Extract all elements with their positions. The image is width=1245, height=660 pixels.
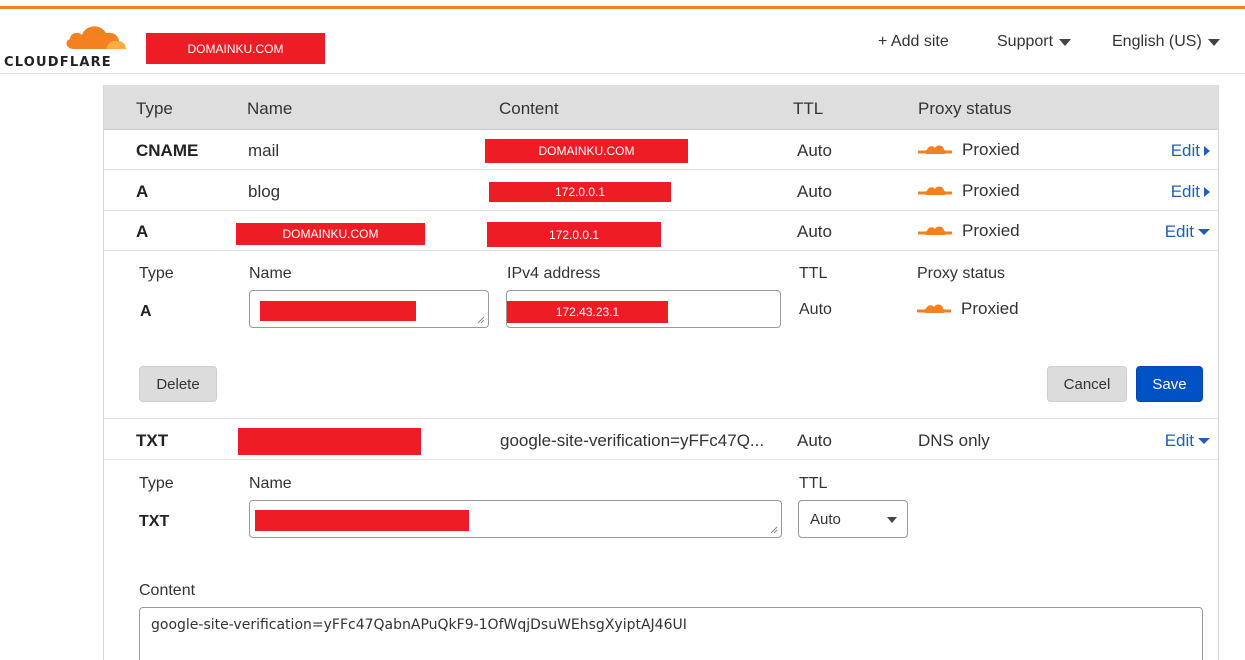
record-ttl: Auto <box>797 222 832 241</box>
record-content: 172.0.0.1 <box>489 182 671 202</box>
top-header: CLOUDFLARE DOMAINKU.COM + Add site Suppo… <box>0 9 1245 74</box>
proxied-cloud-icon <box>917 304 951 313</box>
ttl-select[interactable]: Auto <box>798 500 908 538</box>
cloudflare-logo[interactable]: CLOUDFLARE <box>4 19 126 70</box>
resize-handle-icon[interactable] <box>477 316 485 324</box>
record-type: A <box>136 222 149 241</box>
record-type: CNAME <box>136 141 199 160</box>
chevron-right-icon <box>1204 146 1210 156</box>
record-content: 172.0.0.1 <box>487 222 661 247</box>
proxy-label: Proxied <box>962 181 1020 200</box>
type-value: TXT <box>139 513 170 530</box>
proxy-status: Proxied <box>918 221 1020 241</box>
logo-wordmark: CLOUDFLARE <box>4 55 112 70</box>
edit-label: Edit <box>1164 222 1194 241</box>
add-site-link[interactable]: + Add site <box>878 33 949 51</box>
record-ttl: Auto <box>797 431 832 450</box>
type-value: A <box>140 303 152 320</box>
domain-name[interactable]: DOMAINKU.COM <box>146 33 325 64</box>
edit-link[interactable]: Edit <box>1171 182 1210 202</box>
column-type: Type <box>136 99 173 118</box>
chevron-right-icon <box>1204 187 1210 197</box>
ttl-label: TTL <box>799 265 828 282</box>
left-gutter <box>0 75 103 660</box>
edit-record-form-a: Type A Name IPv4 address 172.43.23.1 TTL… <box>104 251 1218 419</box>
record-ttl: Auto <box>797 141 832 160</box>
delete-button[interactable]: Delete <box>139 366 217 402</box>
edit-label: Edit <box>1170 141 1200 160</box>
column-content: Content <box>499 99 559 118</box>
record-type: A <box>136 182 149 201</box>
proxy-status-label: Proxy status <box>917 265 1006 282</box>
ttl-value: Auto <box>799 301 832 318</box>
name-input[interactable] <box>249 290 489 328</box>
proxied-cloud-icon <box>918 145 952 154</box>
content-label: Content <box>139 582 196 599</box>
name-input-value <box>255 510 469 531</box>
record-name: mail <box>248 141 280 160</box>
proxy-status-toggle[interactable]: Proxied <box>917 299 1019 319</box>
edit-label: Edit <box>1170 182 1200 201</box>
name-input[interactable] <box>249 500 782 538</box>
name-label: Name <box>249 475 292 492</box>
record-type: TXT <box>136 431 169 450</box>
column-proxy-status: Proxy status <box>918 99 1012 118</box>
table-header: Type Name Content TTL Proxy status <box>104 85 1218 130</box>
proxy-status: Proxied <box>918 181 1020 201</box>
record-content: google-site-verification=yFFc47Q... <box>500 431 765 450</box>
type-label: Type <box>139 265 174 282</box>
edit-record-form-txt: Type TXT Name TTL Auto Content google-si… <box>104 461 1218 660</box>
record-name <box>238 428 421 455</box>
support-menu[interactable]: Support <box>997 33 1072 51</box>
ttl-select-value: Auto <box>810 510 841 528</box>
edit-link[interactable]: Edit <box>1165 222 1210 242</box>
content-textarea[interactable]: google-site-verification=yFFc47QabnAPuQk… <box>139 607 1203 660</box>
chevron-down-icon <box>1198 229 1210 235</box>
proxy-label: Proxied <box>961 299 1019 318</box>
edit-link[interactable]: Edit <box>1171 141 1210 161</box>
ipv4-label: IPv4 address <box>507 265 601 282</box>
chevron-down-icon <box>1198 438 1210 444</box>
table-row[interactable]: CNAME mail DOMAINKU.COM Auto Proxied Edi… <box>104 130 1218 170</box>
dns-records-table: Type Name Content TTL Proxy status CNAME… <box>103 85 1219 660</box>
support-label: Support <box>997 33 1054 50</box>
ttl-label: TTL <box>799 475 828 492</box>
resize-handle-icon[interactable] <box>770 526 778 534</box>
record-name: blog <box>248 182 281 201</box>
record-content: DOMAINKU.COM <box>485 139 688 163</box>
proxy-label: Proxied <box>962 140 1020 159</box>
edit-link[interactable]: Edit <box>1165 431 1210 451</box>
language-menu[interactable]: English (US) <box>1112 33 1220 51</box>
proxied-cloud-icon <box>918 226 952 235</box>
chevron-down-icon <box>1059 38 1072 46</box>
cancel-button[interactable]: Cancel <box>1047 366 1127 402</box>
proxy-status: Proxied <box>918 140 1020 160</box>
save-button[interactable]: Save <box>1136 366 1203 402</box>
proxy-status: DNS only <box>918 431 990 450</box>
type-label: Type <box>139 475 174 492</box>
column-ttl: TTL <box>793 99 824 118</box>
ipv4-input[interactable]: 172.43.23.1 <box>506 290 781 328</box>
chevron-down-icon <box>1207 38 1220 46</box>
table-row[interactable]: A blog 172.0.0.1 Auto Proxied Edit <box>104 171 1218 211</box>
proxied-cloud-icon <box>918 186 952 195</box>
language-label: English (US) <box>1112 33 1202 50</box>
edit-label: Edit <box>1164 431 1194 450</box>
name-input-value <box>260 301 416 321</box>
ipv4-input-value: 172.43.23.1 <box>507 301 668 323</box>
name-label: Name <box>249 265 292 282</box>
add-site-label: + Add site <box>878 33 949 50</box>
table-row[interactable]: A DOMAINKU.COM 172.0.0.1 Auto Proxied Ed… <box>104 211 1218 251</box>
chevron-down-icon <box>887 517 897 523</box>
record-name: DOMAINKU.COM <box>236 223 425 245</box>
proxy-label: Proxied <box>962 221 1020 240</box>
cloud-logo-icon <box>66 26 126 49</box>
table-row[interactable]: TXT google-site-verification=yFFc47Q... … <box>104 420 1218 460</box>
record-ttl: Auto <box>797 182 832 201</box>
column-name: Name <box>247 99 293 118</box>
